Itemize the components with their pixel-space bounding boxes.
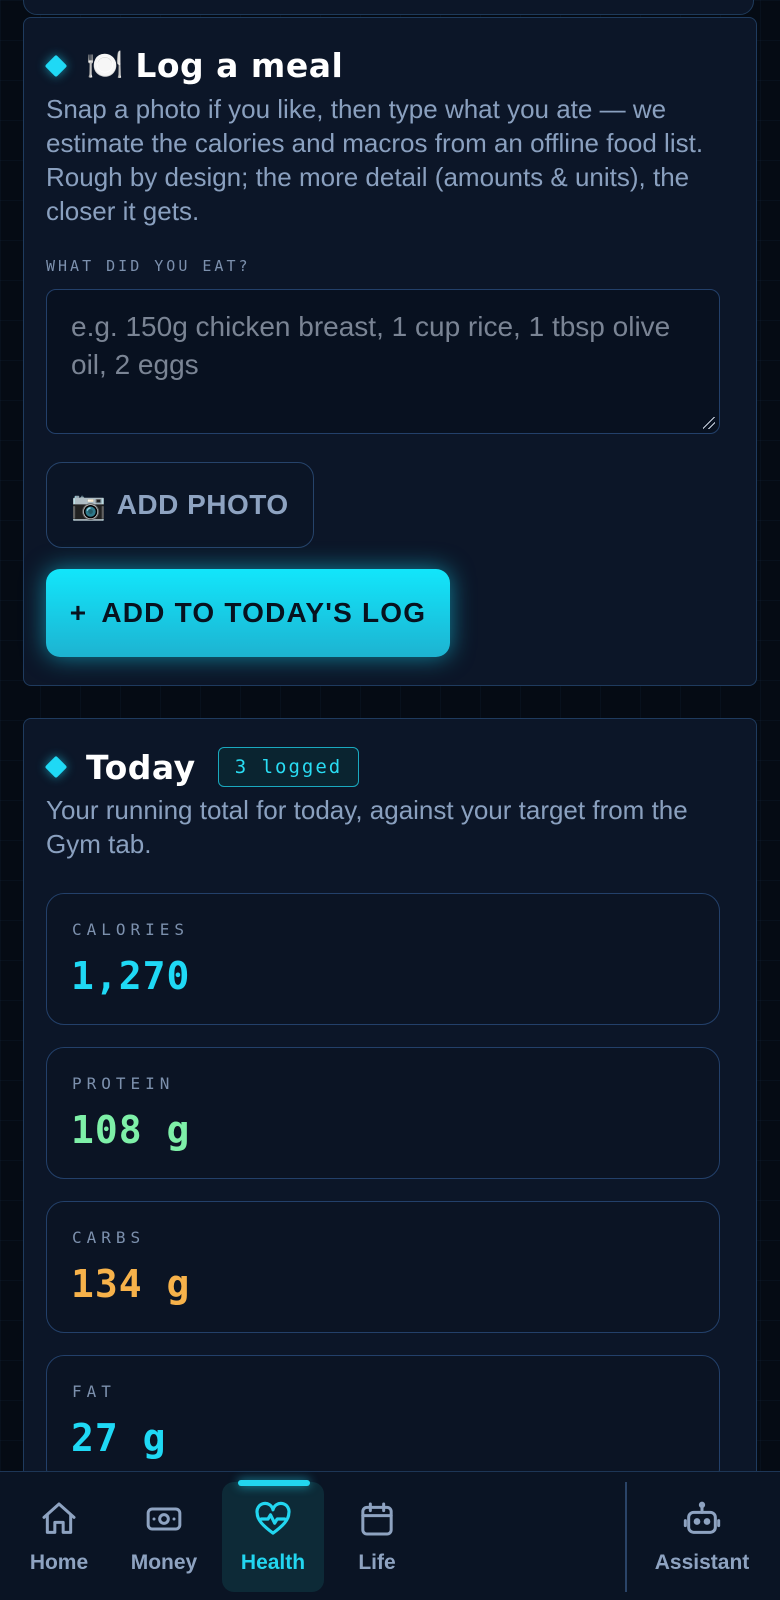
- camera-icon: 📷: [71, 489, 107, 521]
- log-meal-title: Log a meal: [135, 46, 344, 85]
- add-to-log-button[interactable]: + ADD TO TODAY'S LOG: [46, 569, 450, 657]
- nav-money[interactable]: Money: [113, 1482, 215, 1592]
- today-header: Today 3 logged: [44, 747, 360, 787]
- stat-value: 1,270: [71, 954, 191, 998]
- stat-label: FAT: [72, 1382, 116, 1401]
- nav-label: Home: [29, 1551, 89, 1574]
- bottom-navigation: Home Money Health Life Assistant: [0, 1471, 780, 1600]
- nav-label: Health: [240, 1551, 306, 1574]
- plate-icon: 🍽️: [86, 47, 124, 83]
- stat-label: CALORIES: [72, 920, 190, 939]
- add-photo-button[interactable]: 📷 ADD PHOTO: [46, 462, 314, 548]
- protein-stat: PROTEIN 108 g: [46, 1047, 720, 1179]
- nav-life[interactable]: Life: [326, 1482, 428, 1592]
- nav-home[interactable]: Home: [8, 1482, 110, 1592]
- today-description: Your running total for today, against yo…: [46, 795, 688, 859]
- heart-pulse-icon: [255, 1501, 291, 1535]
- logged-count-badge: 3 logged: [217, 747, 360, 787]
- fat-stat: FAT 27 g: [46, 1355, 720, 1487]
- today-card: Today 3 logged Your running total for to…: [23, 718, 757, 1600]
- meal-description-input[interactable]: e.g. 150g chicken breast, 1 cup rice, 1 …: [46, 289, 720, 434]
- calendar-icon: [361, 1502, 393, 1536]
- nav-health[interactable]: Health: [222, 1480, 324, 1592]
- diamond-bullet-icon: [44, 755, 68, 779]
- nav-label: Assistant: [654, 1551, 750, 1574]
- carbs-stat: CARBS 134 g: [46, 1201, 720, 1333]
- diamond-bullet-icon: [44, 54, 68, 77]
- stat-value: 134 g: [71, 1262, 191, 1306]
- meal-input-placeholder: e.g. 150g chicken breast, 1 cup rice, 1 …: [71, 311, 671, 380]
- stat-value: 27 g: [71, 1416, 167, 1460]
- money-icon: [146, 1507, 182, 1531]
- add-to-log-label: ADD TO TODAY'S LOG: [101, 597, 427, 628]
- stat-value: 108 g: [71, 1108, 191, 1152]
- home-icon: [42, 1502, 76, 1534]
- stat-label: PROTEIN: [72, 1074, 175, 1093]
- nav-label: Life: [358, 1551, 396, 1574]
- nav-label: Money: [130, 1551, 198, 1574]
- resize-handle-icon[interactable]: [703, 417, 715, 429]
- log-meal-description: Snap a photo if you like, then type what…: [46, 94, 704, 226]
- log-meal-card: 🍽️ Log a meal Snap a photo if you like, …: [23, 17, 757, 686]
- calories-stat: CALORIES 1,270: [46, 893, 720, 1025]
- meal-input-label: WHAT DID YOU EAT?: [46, 257, 251, 275]
- nav-assistant[interactable]: Assistant: [640, 1482, 764, 1592]
- today-title: Today: [86, 747, 196, 787]
- active-tab-indicator: [238, 1480, 310, 1486]
- add-photo-label: ADD PHOTO: [116, 489, 289, 520]
- stat-label: CARBS: [72, 1228, 146, 1247]
- robot-icon: [683, 1501, 721, 1534]
- previous-card-edge: [23, 0, 754, 15]
- nav-divider: [625, 1482, 627, 1592]
- plus-icon: +: [69, 597, 88, 628]
- log-meal-header: 🍽️ Log a meal: [44, 46, 343, 85]
